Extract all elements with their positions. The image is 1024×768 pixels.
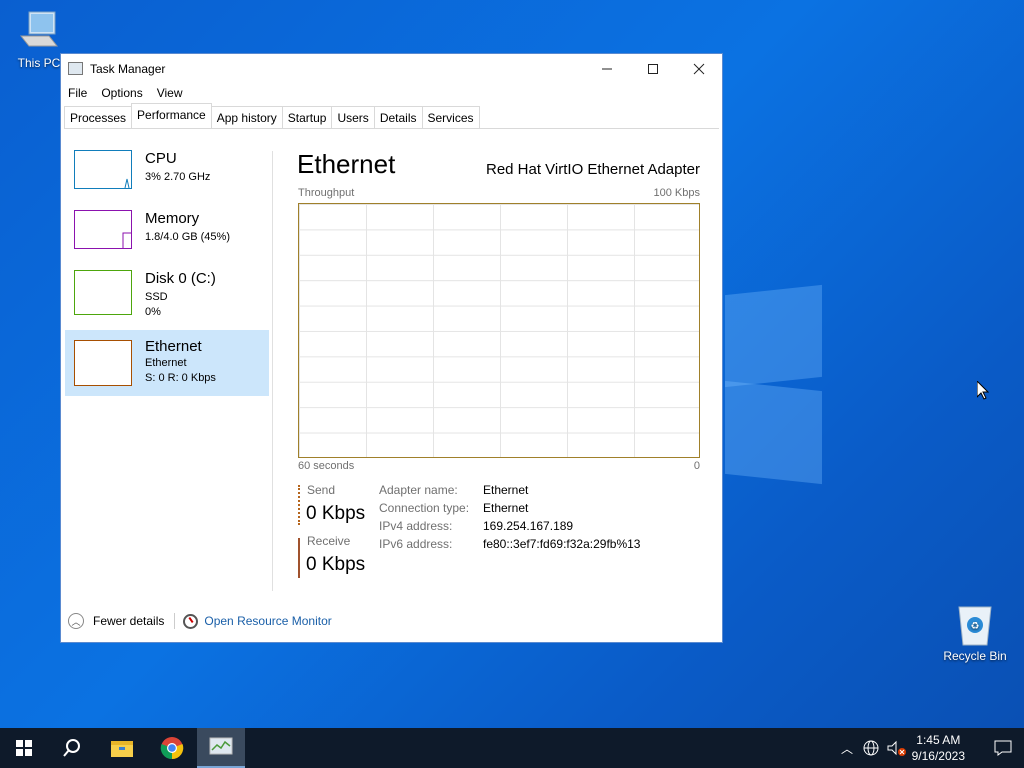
- throughput-graph: [298, 203, 700, 458]
- task-manager-icon: [68, 62, 83, 75]
- send-label: Send: [307, 483, 336, 497]
- tab-startup[interactable]: Startup: [281, 106, 333, 128]
- adapter-name: Red Hat VirtIO Ethernet Adapter: [485, 161, 700, 178]
- sidebar-item-label: Ethernet: [145, 338, 202, 355]
- performance-sidebar: CPU 3% 2.70 GHz Memory 1.8/4.0 GB (45%) …: [65, 144, 269, 396]
- clock-date: 9/16/2023: [911, 749, 965, 763]
- graph-time-label: 60 seconds: [298, 460, 355, 472]
- action-center-button[interactable]: [982, 728, 1024, 768]
- sidebar-item-label: Memory: [145, 210, 200, 227]
- notification-icon: [994, 740, 1012, 756]
- taskbar: ︿ 1:45 AM 9/16/2023: [0, 728, 1024, 768]
- task-manager-icon: [209, 737, 233, 755]
- desktop-light-beam: [725, 284, 822, 388]
- sidebar-item-detail: 0%: [145, 306, 161, 318]
- menu-view[interactable]: View: [150, 84, 190, 104]
- receive-label: Receive: [307, 534, 351, 548]
- graph-max-label: 100 Kbps: [653, 187, 700, 199]
- taskbar-chrome[interactable]: [148, 728, 196, 768]
- chrome-icon: [160, 737, 184, 760]
- window-footer: ︿ Fewer details Open Resource Monitor: [68, 611, 332, 631]
- minimize-icon: [602, 68, 612, 70]
- cpu-thumbnail-graph: [74, 150, 132, 189]
- desktop-icon-recycle-bin[interactable]: ♻ Recycle Bin: [940, 603, 1010, 663]
- taskbar-task-manager[interactable]: [197, 728, 245, 768]
- throughput-label: Throughput: [298, 187, 355, 199]
- sidebar-item-ethernet[interactable]: Ethernet Ethernet S: 0 R: 0 Kbps: [65, 330, 269, 396]
- footer-divider: [174, 613, 176, 629]
- tab-users[interactable]: Users: [331, 106, 375, 128]
- detail-key: Adapter name:: [379, 483, 458, 497]
- folder-icon: [111, 741, 133, 757]
- tab-processes[interactable]: Processes: [64, 106, 133, 128]
- page-title: Ethernet: [297, 149, 396, 179]
- menu-bar: File Options View: [61, 84, 190, 104]
- detail-key: Connection type:: [379, 501, 470, 515]
- chevron-up-icon[interactable]: ︿: [838, 740, 856, 757]
- menu-options[interactable]: Options: [94, 84, 149, 104]
- detail-value: fe80::3ef7:fd69:f32a:29fb%13: [483, 537, 641, 551]
- chevron-up-icon[interactable]: ︿: [68, 613, 84, 629]
- windows-logo-icon: [16, 740, 32, 756]
- ethernet-thumbnail-graph: [74, 340, 132, 386]
- sidebar-item-label: CPU: [145, 150, 177, 167]
- desktop-light-beam: [725, 380, 822, 485]
- taskbar-clock[interactable]: 1:45 AM 9/16/2023: [912, 732, 965, 764]
- resource-monitor-icon: [183, 613, 199, 629]
- task-manager-window: Task Manager File Options View Processes…: [60, 53, 723, 643]
- detail-value: Ethernet: [483, 501, 529, 515]
- close-button[interactable]: [676, 54, 722, 84]
- system-tray: ︿: [838, 728, 908, 768]
- detail-key: IPv4 address:: [379, 519, 453, 533]
- detail-value: 169.254.167.189: [483, 519, 574, 533]
- sidebar-item-detail: 3% 2.70 GHz: [145, 171, 211, 183]
- sidebar-item-cpu[interactable]: CPU 3% 2.70 GHz: [65, 144, 269, 204]
- network-globe-icon[interactable]: [862, 739, 882, 757]
- graph-min-label: 0: [693, 460, 700, 472]
- sidebar-item-detail: Ethernet: [145, 357, 187, 369]
- disk-thumbnail-graph: [74, 270, 132, 315]
- tab-services[interactable]: Services: [421, 106, 480, 128]
- sidebar-item-detail: SSD: [145, 291, 168, 303]
- taskbar-file-explorer[interactable]: [98, 728, 146, 768]
- computer-icon: [17, 10, 61, 52]
- title-bar[interactable]: Task Manager: [61, 54, 722, 84]
- detail-value: Ethernet: [483, 483, 529, 497]
- tab-details[interactable]: Details: [373, 106, 423, 128]
- volume-muted-icon[interactable]: [886, 739, 908, 757]
- tab-app-history[interactable]: App history: [210, 106, 283, 128]
- open-resource-monitor-link[interactable]: Open Resource Monitor: [204, 614, 331, 628]
- minimize-button[interactable]: [584, 54, 630, 84]
- maximize-icon: [648, 64, 658, 74]
- tab-performance[interactable]: Performance: [131, 103, 212, 128]
- start-button[interactable]: [0, 728, 48, 768]
- maximize-button[interactable]: [630, 54, 676, 84]
- sidebar-item-memory[interactable]: Memory 1.8/4.0 GB (45%): [65, 204, 269, 264]
- sidebar-item-label: Disk 0 (C:): [145, 270, 216, 287]
- detail-key: IPv6 address:: [379, 537, 453, 551]
- receive-indicator: [298, 538, 300, 578]
- search-button[interactable]: [48, 728, 96, 768]
- svg-text:♻: ♻: [971, 621, 980, 632]
- recycle-bin-icon: ♻: [953, 603, 997, 646]
- tab-strip: Processes Performance App history Startu…: [64, 103, 719, 129]
- sidebar-divider: [272, 151, 273, 591]
- receive-value: 0 Kbps: [306, 554, 366, 575]
- sidebar-item-disk[interactable]: Disk 0 (C:) SSD 0%: [65, 264, 269, 324]
- sidebar-item-detail: S: 0 R: 0 Kbps: [145, 372, 216, 384]
- search-icon: [63, 739, 80, 757]
- sidebar-item-detail: 1.8/4.0 GB (45%): [145, 231, 230, 243]
- send-value: 0 Kbps: [306, 503, 366, 524]
- clock-time: 1:45 AM: [916, 733, 961, 747]
- memory-thumbnail-graph: [74, 210, 132, 249]
- desktop-icon-label: Recycle Bin: [943, 649, 1007, 663]
- send-indicator: [298, 485, 302, 525]
- fewer-details-button[interactable]: Fewer details: [93, 614, 164, 628]
- window-title: Task Manager: [90, 62, 166, 76]
- menu-file[interactable]: File: [61, 84, 94, 104]
- close-icon: [693, 63, 705, 75]
